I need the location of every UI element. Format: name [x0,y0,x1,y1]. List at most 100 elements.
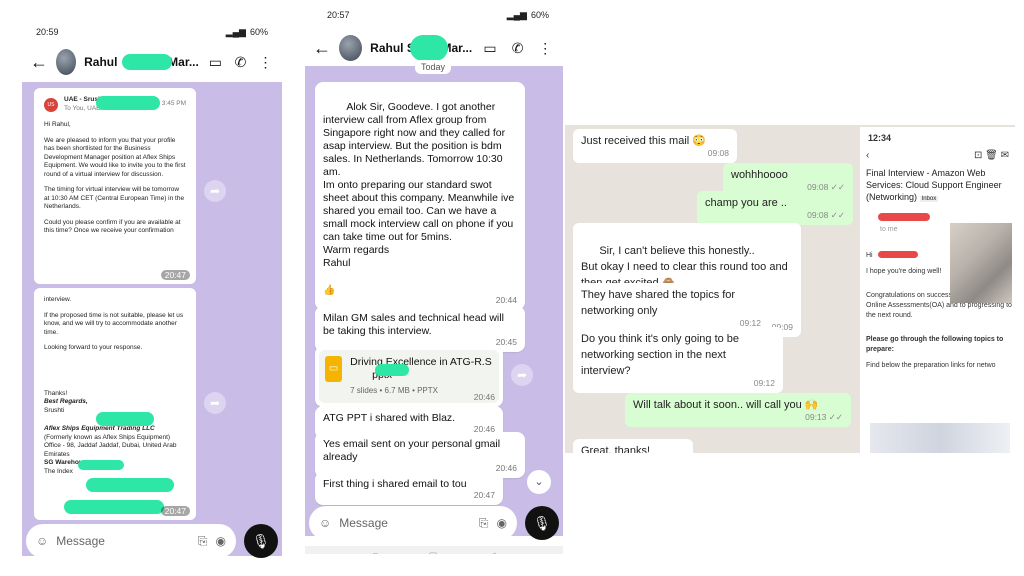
mic-icon: 🎙 [533,514,551,531]
archive-icon[interactable]: ⊡ [974,150,982,161]
voice-call-icon[interactable]: ✆ [508,40,528,57]
chat-message[interactable]: They have shared the topics for networki… [573,283,769,333]
attach-icon[interactable]: ⎘ [198,534,208,549]
status-time: 12:34 [868,133,892,143]
camera-icon[interactable]: ◉ [497,516,507,530]
message-text: ATG PPT i shared with Blaz. [323,412,456,424]
sticker-icon[interactable]: ☺ [319,516,331,530]
scroll-down-button[interactable]: ⌄ [527,470,551,494]
more-options-icon[interactable]: ⋮ [535,40,555,57]
redaction-mark [878,251,918,258]
email-line: Find below the preparation links for net… [866,362,996,369]
chat-message[interactable]: First thing i shared email to tou 20:47 [315,472,503,505]
video-call-icon[interactable]: ▭ [207,54,224,71]
status-bar: 20:57 ▂▄▆ 60% [305,0,563,30]
chat-area: US UAE - Srushti To You, UAE 3:45 PM Hi … [22,82,282,556]
signal-icon: ▂▄▆ [225,26,246,37]
slides-file-icon: ▭ [325,356,343,382]
message-text: Yes email sent on your personal gmail al… [323,438,501,463]
email-paragraph: Looking forward to your response. [44,344,143,351]
chat-message[interactable]: Will talk about it soon.. will call you … [625,393,851,427]
phone-screenshot-2: 20:57 ▂▄▆ 60% ← Rahul S Mar... ▭ ✆ ⋮ Tod… [305,0,563,554]
message-text: First thing i shared email to tou [323,478,467,490]
mic-button[interactable]: 🎙 [525,506,559,540]
contact-first-name: Rahul [84,55,118,69]
attach-icon[interactable]: ⎘ [479,516,489,531]
chat-message[interactable]: Great, thanks! [573,439,693,453]
email-screenshot-bottom[interactable]: interview. If the proposed time is not s… [34,288,196,520]
email-paragraph: interview. [44,296,72,303]
home-nav-icon[interactable]: ▢ [428,551,437,555]
chat-header: ← Rahul Mar... ▭ ✆ ⋮ [22,44,282,80]
message-input[interactable]: ☺ Message ⎘ ◉ [26,524,236,558]
inbox-label: Inbox [919,196,939,202]
message-time: 20:47 [473,490,495,500]
delete-icon[interactable]: 🗑 [985,150,998,161]
email-sent-time: 3:45 PM [161,100,186,108]
file-attachment[interactable]: ▭ Driving Excellence in ATG-R.Spptx 7 sl… [319,350,499,403]
contact-first-name: Rahul S [370,41,415,55]
mic-button[interactable]: 🎙 [244,524,278,558]
redaction-mark [64,500,164,514]
message-time: 09:12 [753,378,775,388]
camera-icon[interactable]: ◉ [216,534,226,548]
back-arrow-icon[interactable]: ‹ [866,151,869,161]
status-icons: ▂▄▆ 60% [507,10,549,21]
message-placeholder: Message [56,534,105,548]
forward-icon[interactable]: ➦ [204,180,226,202]
message-text: Just received this mail 😳 [581,135,706,147]
menu-nav-icon[interactable]: ≡ [373,551,379,555]
more-options-icon[interactable]: ⋮ [257,54,274,71]
message-text: Do you think it's only going to be netwo… [581,333,740,377]
avatar[interactable] [56,49,77,75]
status-bar: 20:59 ▂▄▆ 60% [22,20,282,44]
sig-company: Aflex Ships Equipment Trading LLC [44,425,155,432]
back-arrow-icon[interactable]: ← [313,38,331,59]
redaction-mark [122,54,173,70]
message-text: champ you are .. [705,197,787,209]
blurred-image [950,223,1012,303]
signal-icon: ▂▄▆ [506,9,527,20]
file-meta: 7 slides • 6.7 MB • PPTX [350,386,438,395]
message-time: 20:47 [160,269,190,280]
status-time: 20:57 [327,10,350,20]
system-nav-bar: ≡ ▢ ◁ [305,546,563,554]
chat-message[interactable]: Alok Sir, Goodeve. I got another intervi… [315,82,525,310]
chat-message[interactable]: Just received this mail 😳 09:08 [573,129,737,163]
sig-thanks: Thanks! [44,389,68,397]
chat-message[interactable]: Do you think it's only going to be netwo… [573,327,783,393]
back-nav-icon[interactable]: ◁ [488,551,496,555]
sticker-icon[interactable]: ☺ [36,534,48,548]
blurred-image [870,423,1010,453]
mail-icon[interactable]: ✉ [1001,150,1009,161]
redaction-mark [878,213,930,221]
message-text: Will talk about it soon.. will call you … [633,399,819,411]
avatar[interactable] [339,35,363,61]
file-message[interactable]: ▭ Driving Excellence in ATG-R.Spptx 7 sl… [315,346,503,407]
contact-name[interactable]: Rahul S Mar... [370,35,472,61]
mic-icon: 🎙 [252,532,270,549]
email-paragraph: The timing for virtual interview will be… [44,186,185,210]
redaction-mark [375,364,409,376]
sig-formerly: (Formerly known as Aflex Ships Equipment… [44,433,171,441]
voice-call-icon[interactable]: ✆ [232,54,249,71]
redaction-mark [78,460,124,470]
file-title: Driving Excellence in ATG-R.Spptx [350,356,493,382]
message-input[interactable]: ☺ Message ⎘ ◉ [309,506,517,540]
message-text: Milan GM sales and technical head will b… [323,312,504,337]
forward-icon[interactable]: ➦ [511,364,533,386]
contact-name[interactable]: Rahul Mar... [84,54,199,70]
email-toolbar: ‹ ⊡ 🗑 ✉ [860,149,1015,163]
forward-icon[interactable]: ➦ [204,392,226,414]
email-paragraph: Could you please confirm if you are avai… [44,218,181,235]
message-text: They have shared the topics for networki… [581,289,736,317]
email-screenshot-top[interactable]: US UAE - Srushti To You, UAE 3:45 PM Hi … [34,88,196,284]
day-divider: Today [415,60,452,74]
screenshot-collage: 20:59 ▂▄▆ 60% ← Rahul Mar... ▭ ✆ ⋮ US UA… [0,0,1024,576]
redaction-mark [410,35,449,61]
message-time: 09:08 [707,148,729,158]
back-arrow-icon[interactable]: ← [30,52,48,73]
video-call-icon[interactable]: ▭ [480,40,500,57]
chat-message[interactable]: champ you are .. 09:08 ✓✓ [697,191,853,225]
reaction-badge[interactable]: 👍 [319,284,340,297]
